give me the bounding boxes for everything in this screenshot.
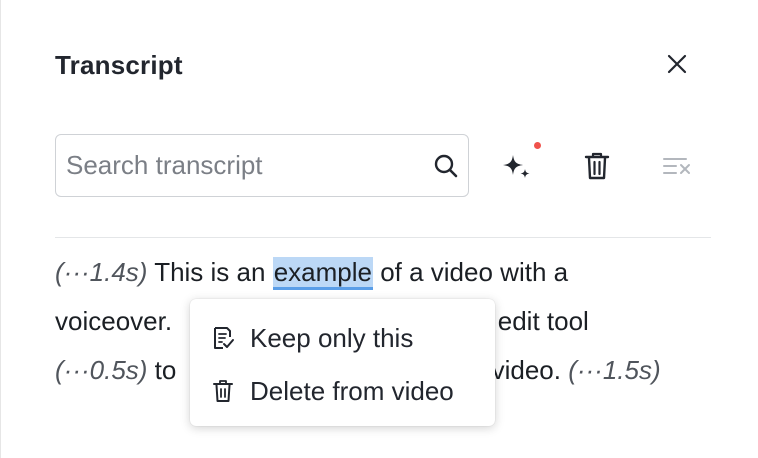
search-icon[interactable] [432,152,460,180]
close-button[interactable] [661,48,693,80]
delete-button[interactable] [577,146,617,186]
search-input[interactable] [66,135,416,196]
transcript-words[interactable]: This is an [147,257,272,287]
transcript-words[interactable]: video. [492,355,561,385]
transcript-panel: Transcript Search transcript (···1.4s) T… [0,0,758,458]
trash-icon [584,152,610,180]
trash-icon [210,378,236,404]
search-box [55,134,469,197]
pause-marker[interactable]: (···1.4s) [55,257,147,287]
menu-item-label: Keep only this [250,322,414,353]
delete-from-video-option[interactable]: Delete from video [190,364,495,418]
menu-item-label: Delete from video [250,375,454,406]
ai-tools-button[interactable] [497,146,537,186]
transcript-words[interactable]: voiceover. [55,306,172,336]
panel-title: Transcript [55,50,183,80]
pause-marker[interactable]: (···1.5s) [568,355,660,385]
keep-only-icon [210,325,236,351]
keep-only-this-option[interactable]: Keep only this [190,311,495,365]
clear-format-icon [663,158,690,174]
selected-word[interactable]: example [272,257,373,290]
transcript-words[interactable]: of a video with a [373,257,568,287]
context-menu: Keep only this Delete from video [190,299,495,426]
sparkles-icon [503,155,530,178]
notification-dot [534,142,541,149]
divider [55,237,711,238]
clear-format-button[interactable] [657,146,697,186]
close-icon [667,54,687,74]
pause-marker[interactable]: (···0.5s) [55,355,147,385]
transcript-line: (···1.4s) This is an example of a video … [55,248,715,297]
transcript-words[interactable]: to [147,355,183,385]
